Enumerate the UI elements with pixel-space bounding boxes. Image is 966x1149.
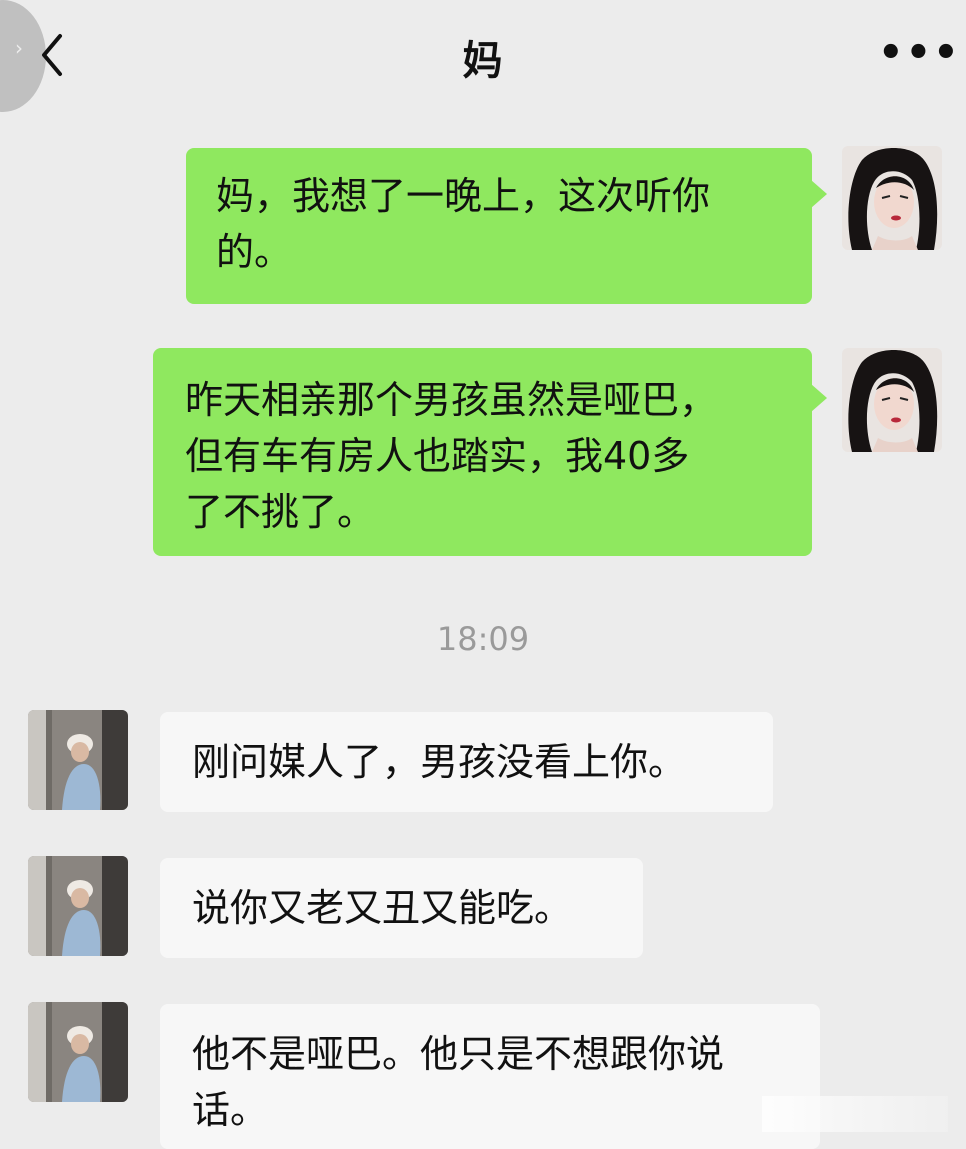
incoming-message[interactable]: 他不是哑巴。他只是不想跟你说 话。 [160, 1004, 820, 1149]
contact-avatar[interactable] [28, 710, 128, 810]
my-avatar[interactable] [842, 348, 942, 452]
my-avatar[interactable] [842, 146, 942, 250]
incoming-message[interactable]: 刚问媒人了，男孩没看上你。 [160, 712, 773, 812]
watermark [762, 1096, 948, 1132]
outgoing-message[interactable]: 妈，我想了一晚上，这次听你 的。 [186, 148, 812, 304]
chat-title: 妈 [462, 38, 504, 84]
message-timestamp: 18:09 [436, 620, 530, 658]
chat-header: › 妈 ••• [0, 0, 966, 112]
incoming-message[interactable]: 说你又老又丑又能吃。 [160, 858, 643, 958]
more-options-button[interactable]: ••• [878, 33, 959, 73]
contact-avatar[interactable] [28, 1002, 128, 1102]
bubble-tail [811, 384, 827, 412]
bubble-tail [811, 180, 827, 208]
contact-avatar[interactable] [28, 856, 128, 956]
outgoing-message[interactable]: 昨天相亲那个男孩虽然是哑巴， 但有车有房人也踏实，我40多 了不挑了。 [153, 348, 812, 556]
